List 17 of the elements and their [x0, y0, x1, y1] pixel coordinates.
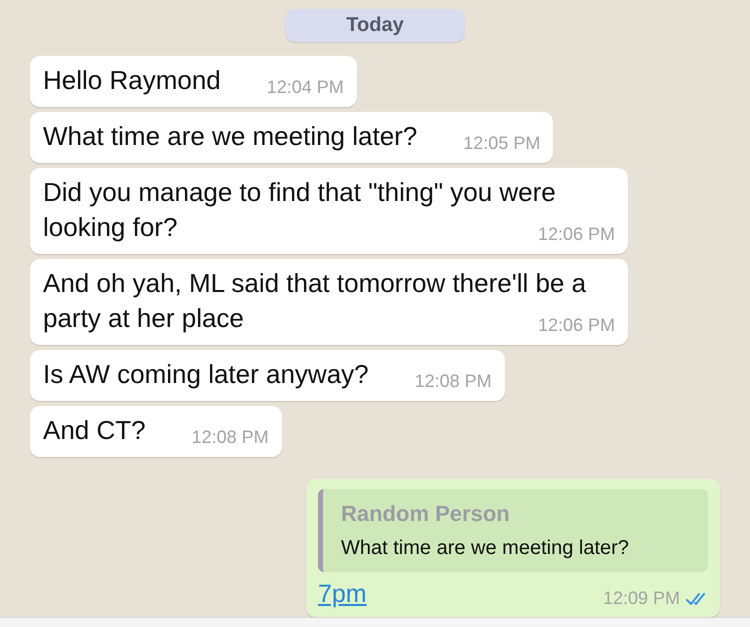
message-time: 12:05 PM	[463, 132, 540, 155]
message-time: 12:09 PM	[602, 588, 680, 609]
message-time: 12:08 PM	[414, 370, 492, 393]
quote-text: What time are we meeting later?	[341, 537, 630, 560]
message-time: 12:08 PM	[192, 426, 269, 449]
quote-sender: Random Person	[341, 501, 511, 527]
date-chip: Today	[285, 9, 465, 42]
message-time: 12:06 PM	[538, 223, 615, 246]
message-bubble: And oh yah, ML said that tomorrow there'll be a party at her place 12:06 PM	[30, 259, 628, 345]
message-bubble: What time are we meeting later? 12:05 PM	[30, 112, 554, 163]
message-bubble: Did you manage to find that "thing" you were looking for? 12:06 PM	[30, 168, 628, 254]
message-bubble: And CT? 12:08 PM	[30, 406, 282, 457]
message-bubble: Is AW coming later anyway? 12:08 PM	[30, 350, 505, 401]
message-bubble: Hello Raymond 12:04 PM	[30, 56, 357, 107]
quoted-message[interactable]: Random Person What time are we meeting later?	[318, 489, 708, 572]
message-time: 12:04 PM	[266, 76, 344, 99]
message-time: 12:06 PM	[538, 314, 615, 337]
